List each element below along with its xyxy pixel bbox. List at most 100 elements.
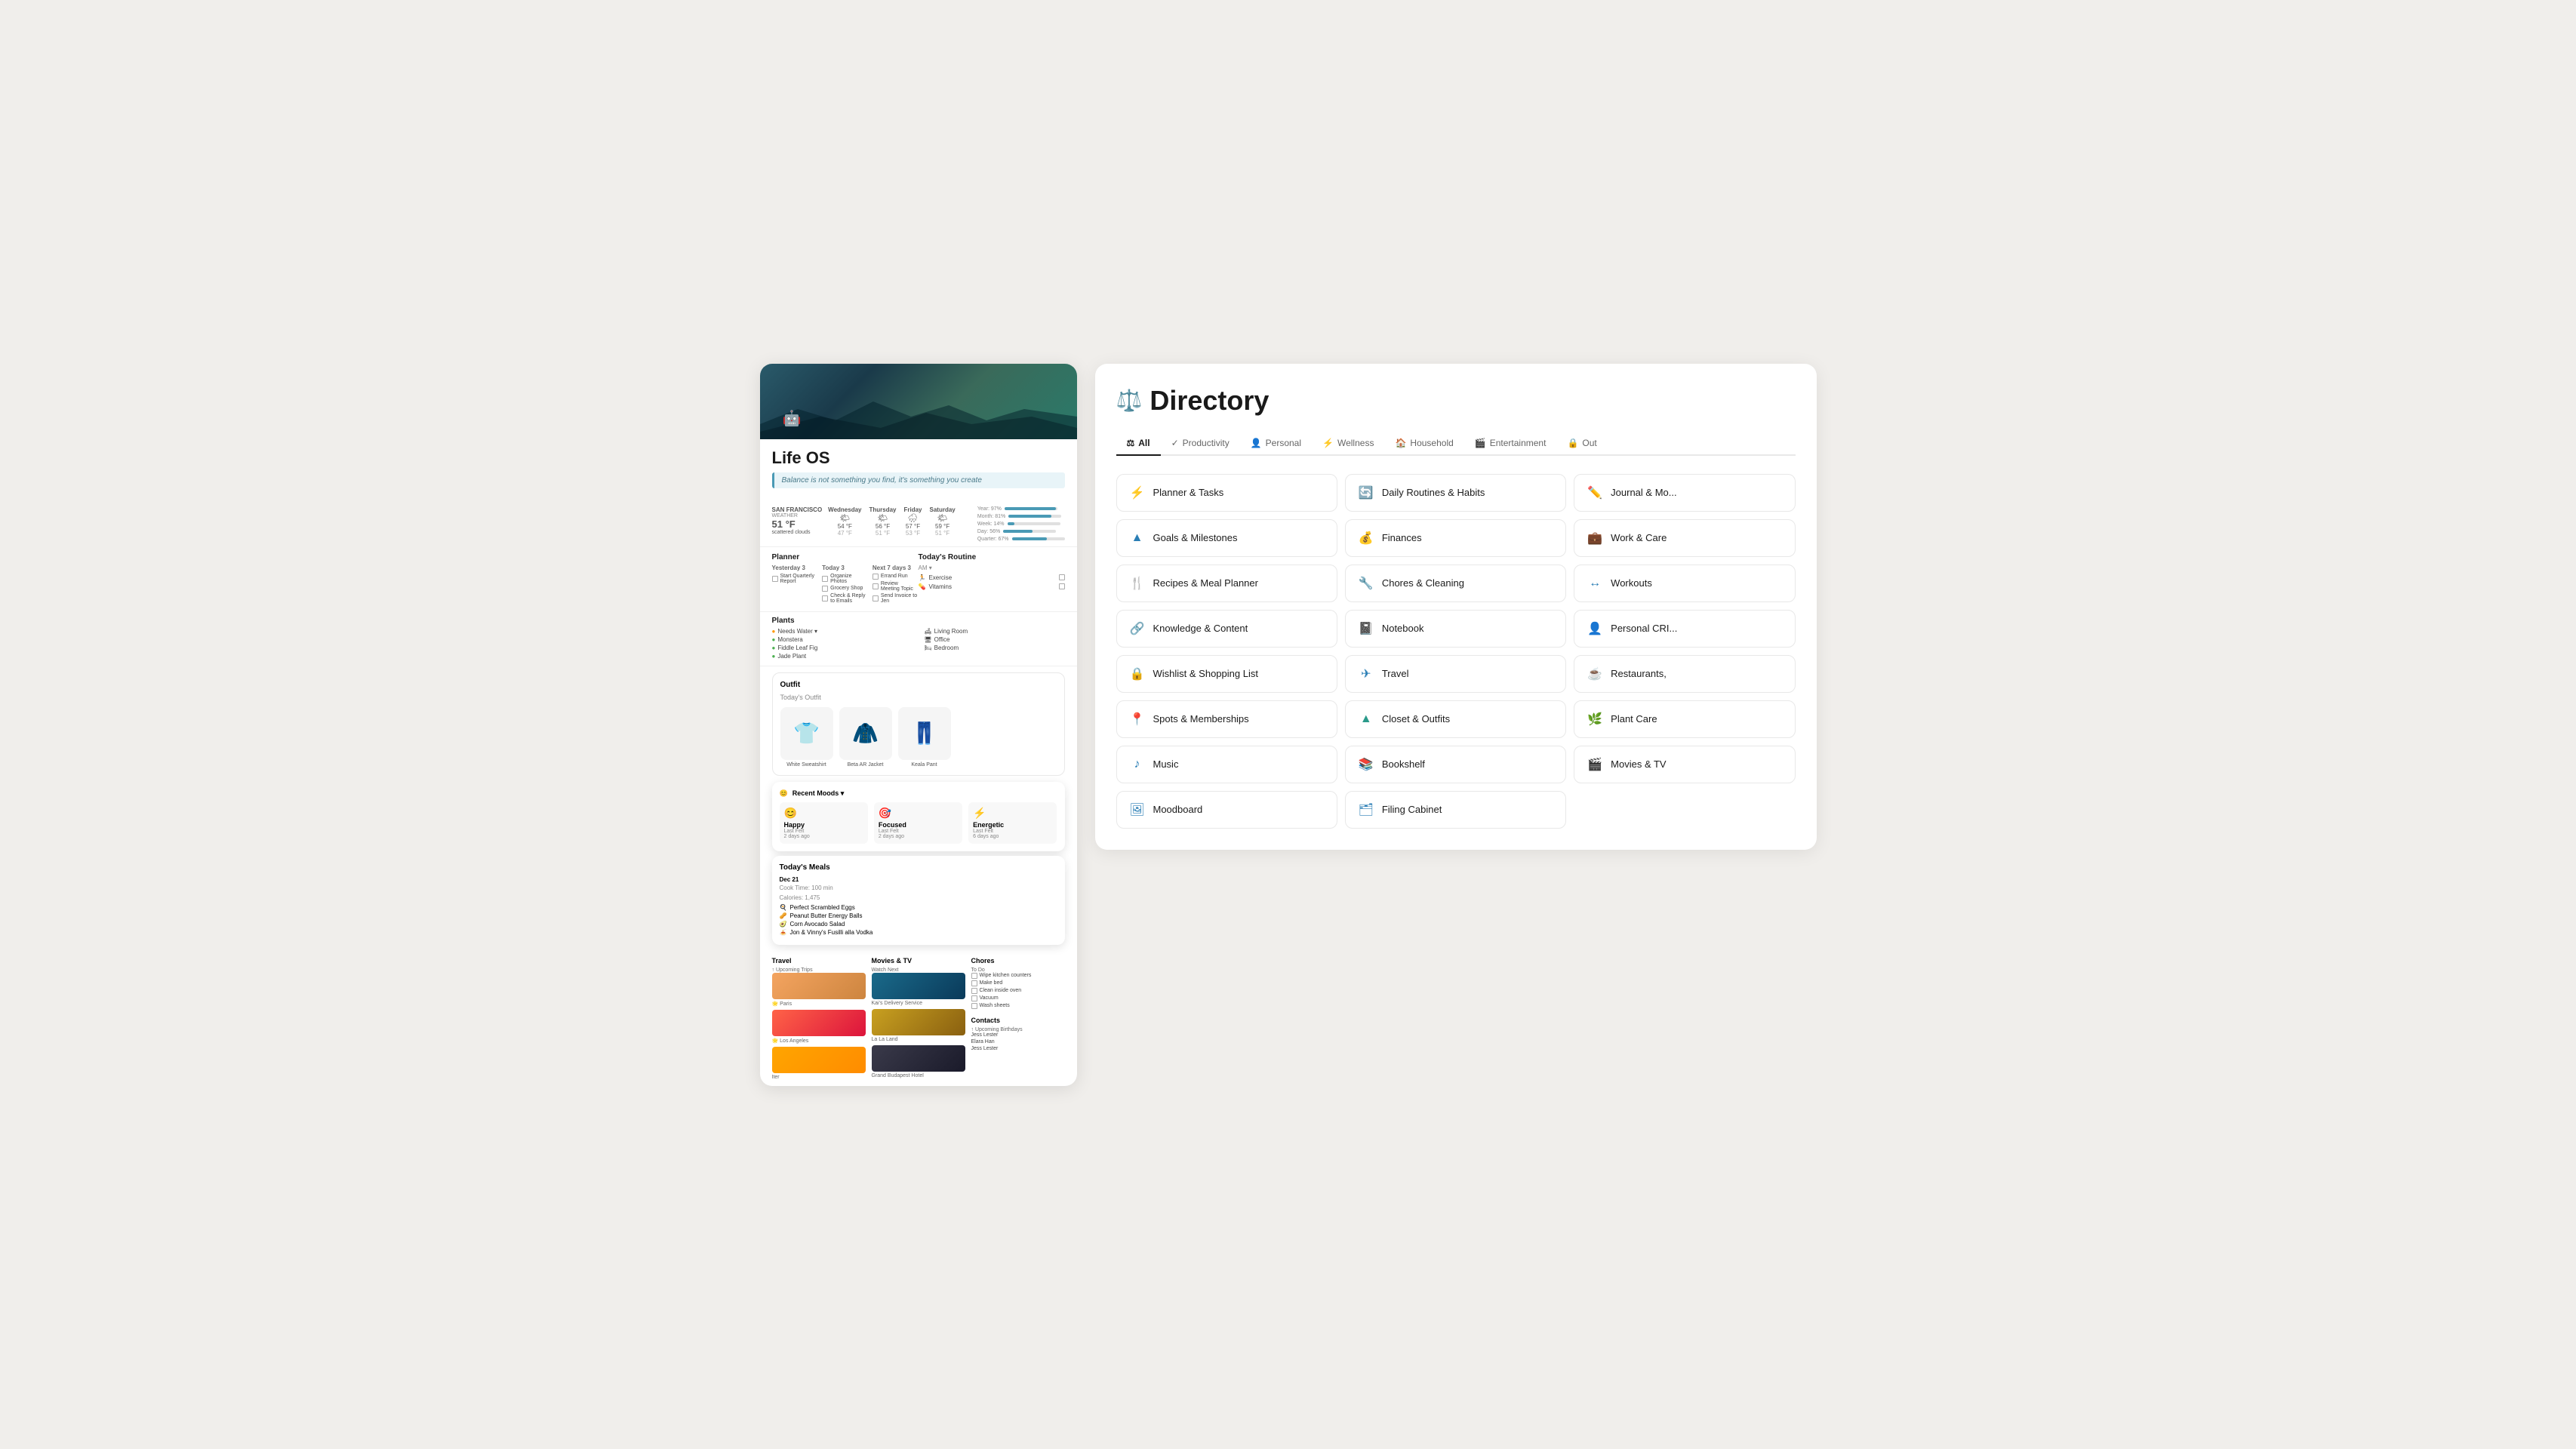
dir-item-workouts[interactable]: ↔ Workouts xyxy=(1574,565,1795,602)
mood-meals-area: 😊 Recent Moods ▾ 😊 Happy Last Felt 2 day… xyxy=(760,782,1077,951)
dir-item-routines[interactable]: 🔄 Daily Routines & Habits xyxy=(1345,474,1566,512)
dir-item-filing-label: Filing Cabinet xyxy=(1382,804,1442,815)
music-icon: ♪ xyxy=(1129,758,1146,771)
mood-card: 😊 Recent Moods ▾ 😊 Happy Last Felt 2 day… xyxy=(772,782,1065,851)
weather-day-2: Thursday 🌤 56 °F 51 °F xyxy=(869,506,896,542)
movies-dir-icon: 🎬 xyxy=(1587,757,1603,772)
planner-section: Planner Yesterday 3 Start Quarterly Repo… xyxy=(772,553,919,605)
dir-item-goals[interactable]: ▲ Goals & Milestones xyxy=(1116,519,1337,557)
tab-out[interactable]: 🔒 Out xyxy=(1556,432,1607,456)
travel-img-1 xyxy=(772,973,866,999)
dir-item-recipes[interactable]: 🍴 Recipes & Meal Planner xyxy=(1116,565,1337,602)
directory-header: ⚖️ Directory xyxy=(1116,385,1796,417)
dir-item-travel[interactable]: ✈ Travel xyxy=(1345,655,1566,693)
dir-item-recipes-label: Recipes & Meal Planner xyxy=(1153,577,1258,589)
routine-section: Today's Routine AM ▾ 🏃Exercise 💊Vitamins xyxy=(919,553,1065,605)
contact-1: Jess Lester xyxy=(971,1032,1065,1038)
dir-item-bookshelf[interactable]: 📚 Bookshelf xyxy=(1345,746,1566,783)
meals-card: Today's Meals Dec 21 Cook Time: 100 min … xyxy=(772,856,1065,945)
plants-dir-icon: 🌿 xyxy=(1587,712,1603,727)
finances-icon: 💰 xyxy=(1358,531,1374,546)
dir-item-notebook[interactable]: 📓 Notebook xyxy=(1345,610,1566,648)
dir-item-finances-label: Finances xyxy=(1382,532,1422,543)
dir-item-filing[interactable]: 🗂 Filing Cabinet xyxy=(1345,791,1566,829)
personal-cri-icon: 👤 xyxy=(1587,621,1603,636)
planner-icon: ⚡ xyxy=(1129,485,1146,500)
life-os-header: Life OS Balance is not something you fin… xyxy=(760,439,1077,502)
movie-img-1 xyxy=(872,973,965,999)
dir-item-restaurants[interactable]: ☕ Restaurants, xyxy=(1574,655,1795,693)
tab-household[interactable]: 🏠 Household xyxy=(1384,432,1463,456)
planner-col-yesterday: Yesterday 3 Start Quarterly Report xyxy=(772,565,818,605)
tab-all[interactable]: ⚖ All xyxy=(1116,432,1161,456)
weather-day-3: Friday 🌧 57 °F 53 °F xyxy=(904,506,922,542)
dir-item-spots[interactable]: 📍 Spots & Memberships xyxy=(1116,700,1337,738)
tab-productivity[interactable]: ✓ Productivity xyxy=(1161,432,1240,456)
dir-item-knowledge-label: Knowledge & Content xyxy=(1153,623,1248,634)
contact-3: Jess Lester xyxy=(971,1046,1065,1051)
routine-item-exercise: 🏃Exercise xyxy=(919,574,1065,581)
outfit-subtitle: Today's Outfit xyxy=(780,694,1057,701)
dir-item-wishlist-label: Wishlist & Shopping List xyxy=(1153,668,1258,679)
planner-columns: Yesterday 3 Start Quarterly Report Today… xyxy=(772,565,919,605)
routine-item-vitamins: 💊Vitamins xyxy=(919,583,1065,590)
meal-2: 🥜Peanut Butter Energy Balls xyxy=(780,912,1057,919)
outfit-card: Outfit Today's Outfit 👕 White Sweatshirt… xyxy=(772,672,1065,776)
dir-item-workouts-label: Workouts xyxy=(1611,577,1652,589)
tab-entertainment[interactable]: 🎬 Entertainment xyxy=(1464,432,1557,456)
dir-item-planner[interactable]: ⚡ Planner & Tasks xyxy=(1116,474,1337,512)
directory-icon: ⚖️ xyxy=(1116,388,1143,413)
dir-item-travel-label: Travel xyxy=(1382,668,1409,679)
routine-title: Today's Routine xyxy=(919,553,1065,561)
dir-item-journal[interactable]: ✏️ Journal & Mo... xyxy=(1574,474,1795,512)
meals-cooktime: Cook Time: 100 min xyxy=(780,884,1057,891)
work-icon: 💼 xyxy=(1587,531,1603,546)
tab-wellness[interactable]: ⚡ Wellness xyxy=(1312,432,1384,456)
outfit-item-jacket: 🧥 Beta AR Jacket xyxy=(839,707,892,768)
planner-item: Grocery Shop xyxy=(822,586,868,592)
dir-item-planner-label: Planner & Tasks xyxy=(1153,487,1224,498)
dir-item-closet[interactable]: ▲ Closet & Outfits xyxy=(1345,700,1566,738)
meal-1: 🍳Perfect Scrambled Eggs xyxy=(780,904,1057,911)
tab-household-icon: 🏠 xyxy=(1395,438,1406,448)
movie-img-3 xyxy=(872,1045,965,1072)
travel-img-3 xyxy=(772,1047,866,1073)
spots-icon: 📍 xyxy=(1129,712,1146,727)
dir-item-chores[interactable]: 🔧 Chores & Cleaning xyxy=(1345,565,1566,602)
tab-productivity-icon: ✓ xyxy=(1171,438,1179,448)
dir-item-plants[interactable]: 🌿 Plant Care xyxy=(1574,700,1795,738)
tab-all-icon: ⚖ xyxy=(1127,438,1135,448)
plant-room-1: 🛋Living Room xyxy=(925,628,1065,635)
dir-item-bookshelf-label: Bookshelf xyxy=(1382,758,1425,770)
meal-4: 🍝Jon & Vinny's Fusilli alla Vodka xyxy=(780,929,1057,936)
dir-item-notebook-label: Notebook xyxy=(1382,623,1424,634)
movies-section: Movies & TV Watch Next Kai's Delivery Se… xyxy=(872,957,965,1080)
dir-item-finances[interactable]: 💰 Finances xyxy=(1345,519,1566,557)
tab-entertainment-icon: 🎬 xyxy=(1475,438,1486,448)
meals-title: Today's Meals xyxy=(780,863,1057,872)
tab-personal[interactable]: 👤 Personal xyxy=(1240,432,1312,456)
tab-personal-label: Personal xyxy=(1266,438,1301,448)
dir-item-journal-label: Journal & Mo... xyxy=(1611,487,1676,498)
travel-dir-icon: ✈ xyxy=(1358,666,1374,681)
planner-item: Review Meeting Topic xyxy=(873,581,919,592)
plant-room-2: 🖥Office xyxy=(925,636,1065,643)
directory-grid: ⚡ Planner & Tasks 🔄 Daily Routines & Hab… xyxy=(1116,474,1796,829)
outfit-title: Outfit xyxy=(780,681,1057,689)
travel-section: Travel ↑ Upcoming Trips 🌟 Paris 🌟 Los An… xyxy=(772,957,866,1080)
dir-item-personal-cri[interactable]: 👤 Personal CRI... xyxy=(1574,610,1795,648)
dir-item-spots-label: Spots & Memberships xyxy=(1153,713,1249,724)
dir-item-movies-label: Movies & TV xyxy=(1611,758,1666,770)
dir-item-moodboard[interactable]: 🖼 Moodboard xyxy=(1116,791,1337,829)
outfit-items: 👕 White Sweatshirt 🧥 Beta AR Jacket 👖 Ke… xyxy=(780,707,1057,768)
plants-grid: ●Needs Water ▾ ●Monstera ●Fiddle Leaf Fi… xyxy=(772,628,1065,661)
recipes-icon: 🍴 xyxy=(1129,576,1146,591)
dir-item-goals-label: Goals & Milestones xyxy=(1153,532,1238,543)
dir-item-knowledge[interactable]: 🔗 Knowledge & Content xyxy=(1116,610,1337,648)
dir-item-music[interactable]: ♪ Music xyxy=(1116,746,1337,783)
dir-item-wishlist[interactable]: 🔒 Wishlist & Shopping List xyxy=(1116,655,1337,693)
plants-section: Plants ●Needs Water ▾ ●Monstera ●Fiddle … xyxy=(760,612,1077,666)
mood-energetic: ⚡ Energetic Last Felt 6 days ago xyxy=(968,802,1057,844)
dir-item-work[interactable]: 💼 Work & Care xyxy=(1574,519,1795,557)
dir-item-movies[interactable]: 🎬 Movies & TV xyxy=(1574,746,1795,783)
